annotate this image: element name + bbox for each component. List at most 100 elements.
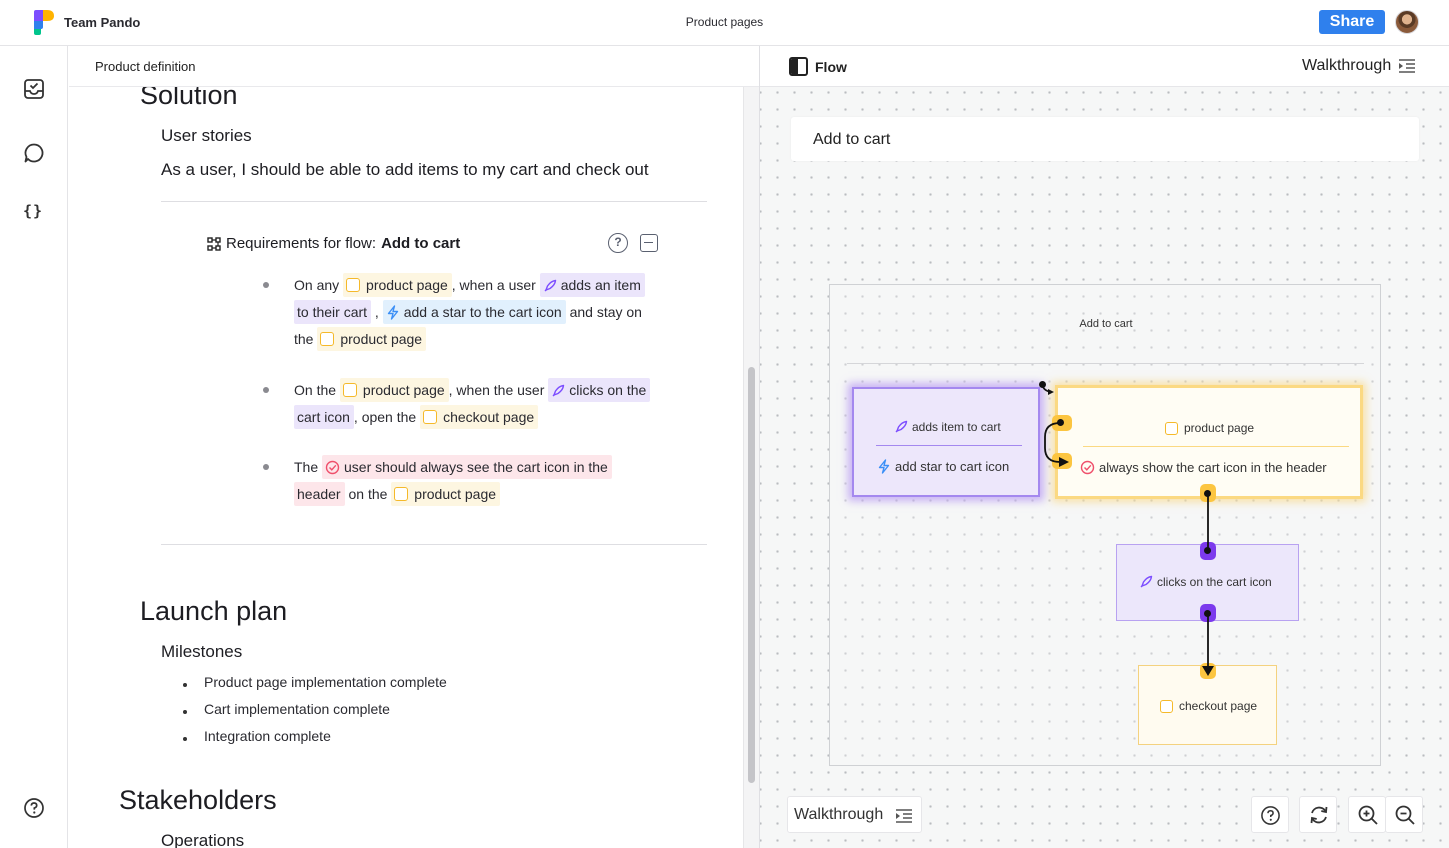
help-button[interactable] bbox=[1251, 796, 1289, 833]
bullet bbox=[183, 737, 187, 741]
milestone-item: Integration complete bbox=[204, 728, 331, 744]
connector-dot bbox=[1204, 610, 1211, 617]
requirement-bullet bbox=[263, 387, 269, 393]
bottom-walkthrough-label: Walkthrough bbox=[794, 806, 884, 823]
requirement-line: cart icon, open the checkout page bbox=[294, 405, 539, 429]
divider bbox=[161, 201, 707, 202]
action-tag[interactable]: adds an item bbox=[539, 273, 645, 297]
walkthrough-button[interactable]: Walkthrough bbox=[1302, 57, 1416, 75]
zoom-out-button[interactable] bbox=[1385, 796, 1423, 833]
page-square-icon bbox=[346, 278, 361, 292]
panel-toggle-icon[interactable] bbox=[789, 57, 808, 76]
flow-panel: Flow Walkthrough Add to cart Add to cart… bbox=[759, 46, 1449, 848]
req-tag[interactable]: user should always see the cart icon in … bbox=[322, 455, 612, 479]
top-bar: Team Pando Product pages Share bbox=[0, 0, 1449, 46]
doc-scrollbar-thumb[interactable] bbox=[748, 367, 755, 783]
doc-header-title: Product definition bbox=[95, 59, 196, 74]
tag-label: product page bbox=[362, 382, 445, 398]
page-square-icon bbox=[394, 487, 409, 501]
zoom-in-icon bbox=[1358, 805, 1378, 825]
doc-header: Product definition bbox=[69, 46, 759, 87]
flow-header-title: Flow bbox=[815, 59, 847, 75]
action-tag[interactable]: to their cart bbox=[294, 300, 372, 324]
tag-label: adds an item bbox=[560, 277, 641, 293]
page-tag[interactable]: product page bbox=[317, 327, 427, 351]
tag-label: to their cart bbox=[297, 304, 368, 320]
share-button[interactable]: Share bbox=[1319, 10, 1385, 34]
refresh-icon bbox=[1310, 806, 1328, 824]
connector-dot bbox=[1204, 490, 1211, 497]
zoom-out-icon bbox=[1395, 805, 1415, 825]
tag-label: user should always see the cart icon in … bbox=[344, 459, 608, 475]
requirement-line: to their cart , add a star to the cart i… bbox=[294, 300, 642, 324]
tag-label: add a star to the cart icon bbox=[403, 304, 562, 320]
tag-label: product page bbox=[340, 331, 423, 347]
team-name[interactable]: Team Pando bbox=[64, 15, 140, 30]
divider bbox=[161, 544, 707, 545]
page-square-icon bbox=[320, 332, 335, 346]
walkthrough-icon bbox=[1399, 59, 1416, 73]
requirement-text: , bbox=[371, 304, 383, 320]
flow-frame[interactable]: Add to cart adds item to cart add star t… bbox=[829, 284, 1381, 766]
user-stories-heading: User stories bbox=[161, 126, 252, 145]
requirement-line: header on the product page bbox=[294, 482, 501, 506]
requirements-help-button[interactable]: ? bbox=[608, 233, 628, 253]
page-tag[interactable]: product page bbox=[343, 273, 452, 297]
help-icon bbox=[1261, 806, 1280, 825]
flow-name-bar[interactable]: Add to cart bbox=[791, 117, 1419, 161]
stakeholders-heading: Stakeholders bbox=[119, 785, 277, 815]
lightning-icon bbox=[387, 305, 398, 320]
requirements-collapse-button[interactable] bbox=[640, 234, 658, 252]
requirement-line: On the product page, when the user click… bbox=[294, 378, 651, 402]
braces-icon[interactable]: {} bbox=[23, 202, 43, 220]
zoom-in-button[interactable] bbox=[1348, 796, 1386, 833]
user-story-text: As a user, I should be able to add items… bbox=[161, 160, 649, 179]
tag-label: product page bbox=[414, 486, 497, 502]
page-tag[interactable]: product page bbox=[339, 378, 449, 402]
page-square-icon bbox=[423, 410, 438, 424]
inbox-check-icon[interactable] bbox=[23, 78, 45, 100]
page-tag[interactable]: checkout page bbox=[420, 405, 539, 429]
requirement-line: The user should always see the cart icon… bbox=[294, 455, 612, 479]
operations-heading: Operations bbox=[161, 831, 245, 848]
requirement-text: On the bbox=[294, 382, 340, 398]
check-circle-icon bbox=[325, 460, 340, 475]
doc-scrollbar[interactable] bbox=[743, 87, 759, 848]
help-icon[interactable] bbox=[23, 797, 45, 819]
bullet bbox=[183, 683, 187, 687]
requirement-text: , when the user bbox=[448, 382, 549, 398]
refresh-button[interactable] bbox=[1299, 796, 1337, 833]
connector-dot bbox=[1039, 381, 1046, 388]
walkthrough-icon bbox=[896, 809, 912, 823]
page-tag[interactable]: product page bbox=[391, 482, 501, 506]
action-tag[interactable]: clicks on the bbox=[548, 378, 651, 402]
connectors bbox=[1041, 384, 1214, 676]
connector-dot bbox=[1057, 419, 1064, 426]
milestone-item: Product page implementation complete bbox=[204, 674, 447, 690]
tag-label: clicks on the bbox=[569, 382, 647, 398]
user-avatar[interactable] bbox=[1395, 10, 1419, 34]
bottom-walkthrough-button[interactable]: Walkthrough bbox=[787, 796, 922, 833]
tag-label: checkout page bbox=[443, 409, 535, 425]
req-tag[interactable]: header bbox=[294, 482, 345, 506]
walkthrough-label: Walkthrough bbox=[1302, 57, 1392, 74]
action-tag[interactable]: cart icon bbox=[294, 405, 354, 429]
rocket-icon bbox=[544, 279, 556, 292]
flow-nodes-icon bbox=[207, 236, 221, 251]
connector-dot bbox=[1204, 547, 1211, 554]
page-square-icon bbox=[342, 383, 357, 397]
requirement-line: the product page bbox=[294, 327, 427, 351]
requirements-flow-name[interactable]: Add to cart bbox=[381, 235, 460, 252]
requirement-text: the bbox=[294, 331, 318, 347]
effect-tag[interactable]: add a star to the cart icon bbox=[382, 300, 566, 324]
pando-logo[interactable] bbox=[33, 9, 55, 36]
tag-label: header bbox=[297, 486, 341, 502]
requirements-title: Requirements for flow: Add to cart bbox=[207, 235, 460, 252]
requirements-prefix: Requirements for flow: bbox=[226, 235, 377, 252]
bullet bbox=[183, 710, 187, 714]
comment-icon[interactable] bbox=[23, 142, 45, 164]
requirement-text: , when a user bbox=[451, 277, 540, 293]
requirement-bullet bbox=[263, 282, 269, 288]
requirement-bullet bbox=[263, 464, 269, 470]
requirement-text: and stay on bbox=[565, 304, 642, 320]
